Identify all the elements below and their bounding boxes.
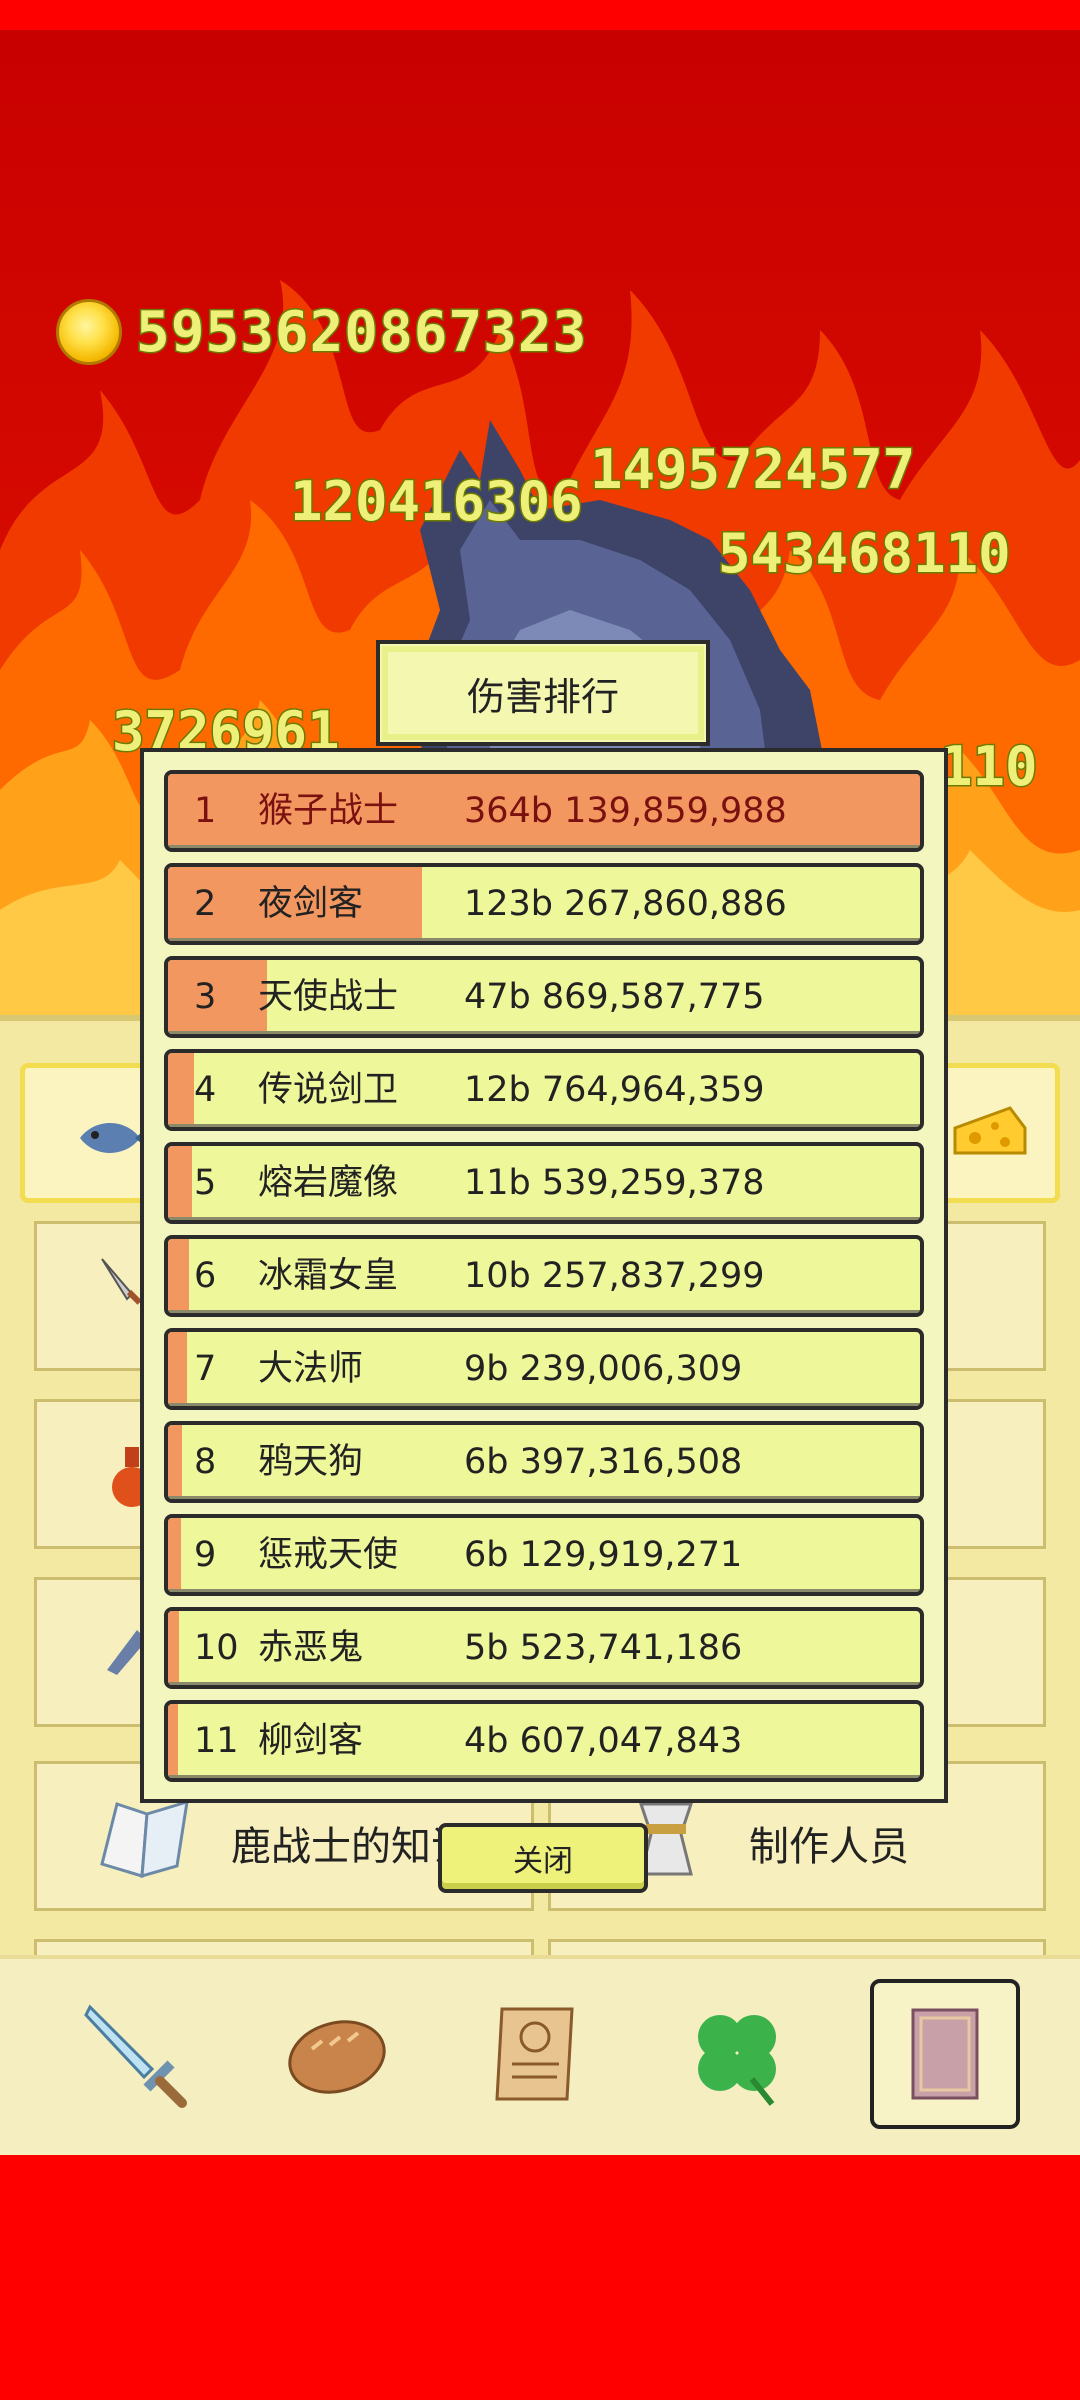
damage-number: 110: [939, 734, 1040, 800]
ranking-row: 11 柳剑客 4b 607,047,843: [164, 1700, 924, 1782]
damage-value: 4b 607,047,843: [464, 1721, 743, 1761]
nav-book-button[interactable]: [870, 1979, 1020, 2129]
book-icon: [911, 2008, 979, 2100]
bottom-navigation: [0, 1955, 1080, 2155]
rank-number: 7: [194, 1349, 217, 1389]
dialog-title: 伤害排行: [376, 640, 710, 746]
rank-number: 11: [194, 1721, 239, 1761]
nav-luck-button[interactable]: [662, 1979, 812, 2129]
rank-number: 6: [194, 1256, 217, 1296]
rank-number: 4: [194, 1070, 217, 1110]
bread-icon: [288, 2020, 386, 2094]
nav-food-button[interactable]: [262, 1979, 412, 2129]
damage-share-bar: [168, 1239, 190, 1313]
ranking-row: 7 大法师 9b 239,006,309: [164, 1328, 924, 1410]
hero-name: 猴子战士: [258, 791, 399, 831]
damage-value: 364b 139,859,988: [464, 791, 787, 831]
rank-number: 9: [194, 1535, 217, 1575]
coin-amount: 5953620867323: [134, 298, 588, 366]
damage-share-bar: [168, 1704, 178, 1778]
ranking-row: 3 天使战士 47b 869,587,775: [164, 956, 924, 1038]
ranking-row: 4 传说剑卫 12b 764,964,359: [164, 1049, 924, 1131]
sword-icon: [84, 2004, 187, 2108]
damage-ranking-dialog: 1 猴子战士 364b 139,859,988 2 夜剑客 123b 267,860,88…: [140, 748, 948, 1803]
rank-number: 5: [194, 1163, 217, 1203]
damage-value: 12b 764,964,359: [464, 1070, 765, 1110]
damage-value: 9b 239,006,309: [464, 1349, 743, 1389]
damage-share-bar: [168, 1518, 181, 1592]
damage-share-bar: [168, 1053, 195, 1127]
damage-share-bar: [168, 1425, 182, 1499]
hero-name: 惩戒天使: [258, 1535, 399, 1575]
game-stage: 5953620867323 120416306 1495724577 54346…: [0, 30, 1080, 2155]
hero-name: 大法师: [258, 1349, 364, 1389]
credits-label: 制作人员: [749, 1824, 909, 1870]
ranking-row: 5 熔岩魔像 11b 539,259,378: [164, 1142, 924, 1224]
damage-value: 10b 257,837,299: [464, 1256, 765, 1296]
hero-name: 冰霜女皇: [258, 1256, 399, 1296]
damage-number: 1495724577: [588, 437, 916, 503]
hero-name: 天使战士: [258, 977, 399, 1017]
gold-coin-icon: [56, 299, 122, 365]
nav-sword-button[interactable]: [62, 1979, 212, 2129]
damage-value: 11b 539,259,378: [464, 1163, 765, 1203]
rank-number: 2: [194, 884, 217, 924]
ranking-row: 6 冰霜女皇 10b 257,837,299: [164, 1235, 924, 1317]
damage-value: 6b 397,316,508: [464, 1442, 743, 1482]
damage-number: 120416306: [289, 469, 585, 535]
hero-name: 熔岩魔像: [258, 1163, 399, 1203]
damage-value: 5b 523,741,186: [464, 1628, 743, 1668]
close-button[interactable]: 关闭: [438, 1823, 648, 1893]
damage-share-bar: [168, 1332, 187, 1406]
rank-number: 8: [194, 1442, 217, 1482]
damage-share-bar: [168, 1146, 193, 1220]
damage-share-bar: [168, 960, 267, 1034]
damage-share-bar: [168, 1611, 180, 1685]
damage-value: 47b 869,587,775: [464, 977, 765, 1017]
rank-number: 1: [194, 791, 217, 831]
hero-name: 赤恶鬼: [258, 1628, 364, 1668]
ranking-row: 9 惩戒天使 6b 129,919,271: [164, 1514, 924, 1596]
ranking-row: 1 猴子战士 364b 139,859,988: [164, 770, 924, 852]
hero-name: 柳剑客: [258, 1721, 364, 1761]
open-book-icon: [100, 1799, 189, 1879]
damage-number: 543468110: [717, 521, 1013, 587]
ranking-row: 10 赤恶鬼 5b 523,741,186: [164, 1607, 924, 1689]
ranking-row: 2 夜剑客 123b 267,860,886: [164, 863, 924, 945]
rank-number: 10: [194, 1628, 239, 1668]
nav-quest-button[interactable]: [462, 1979, 612, 2129]
scroll-icon: [495, 2007, 574, 2101]
cheese-icon: [953, 1106, 1027, 1155]
hero-name: 夜剑客: [258, 884, 364, 924]
coin-counter: 5953620867323: [56, 292, 588, 372]
hero-name: 传说剑卫: [258, 1070, 399, 1110]
clover-icon: [698, 2015, 776, 2106]
rank-number: 3: [194, 977, 217, 1017]
ranking-row: 8 鸦天狗 6b 397,316,508: [164, 1421, 924, 1503]
knowledge-label: 鹿战士的知识: [231, 1824, 471, 1870]
damage-value: 123b 267,860,886: [464, 884, 787, 924]
damage-value: 6b 129,919,271: [464, 1535, 743, 1575]
hero-name: 鸦天狗: [258, 1442, 364, 1482]
